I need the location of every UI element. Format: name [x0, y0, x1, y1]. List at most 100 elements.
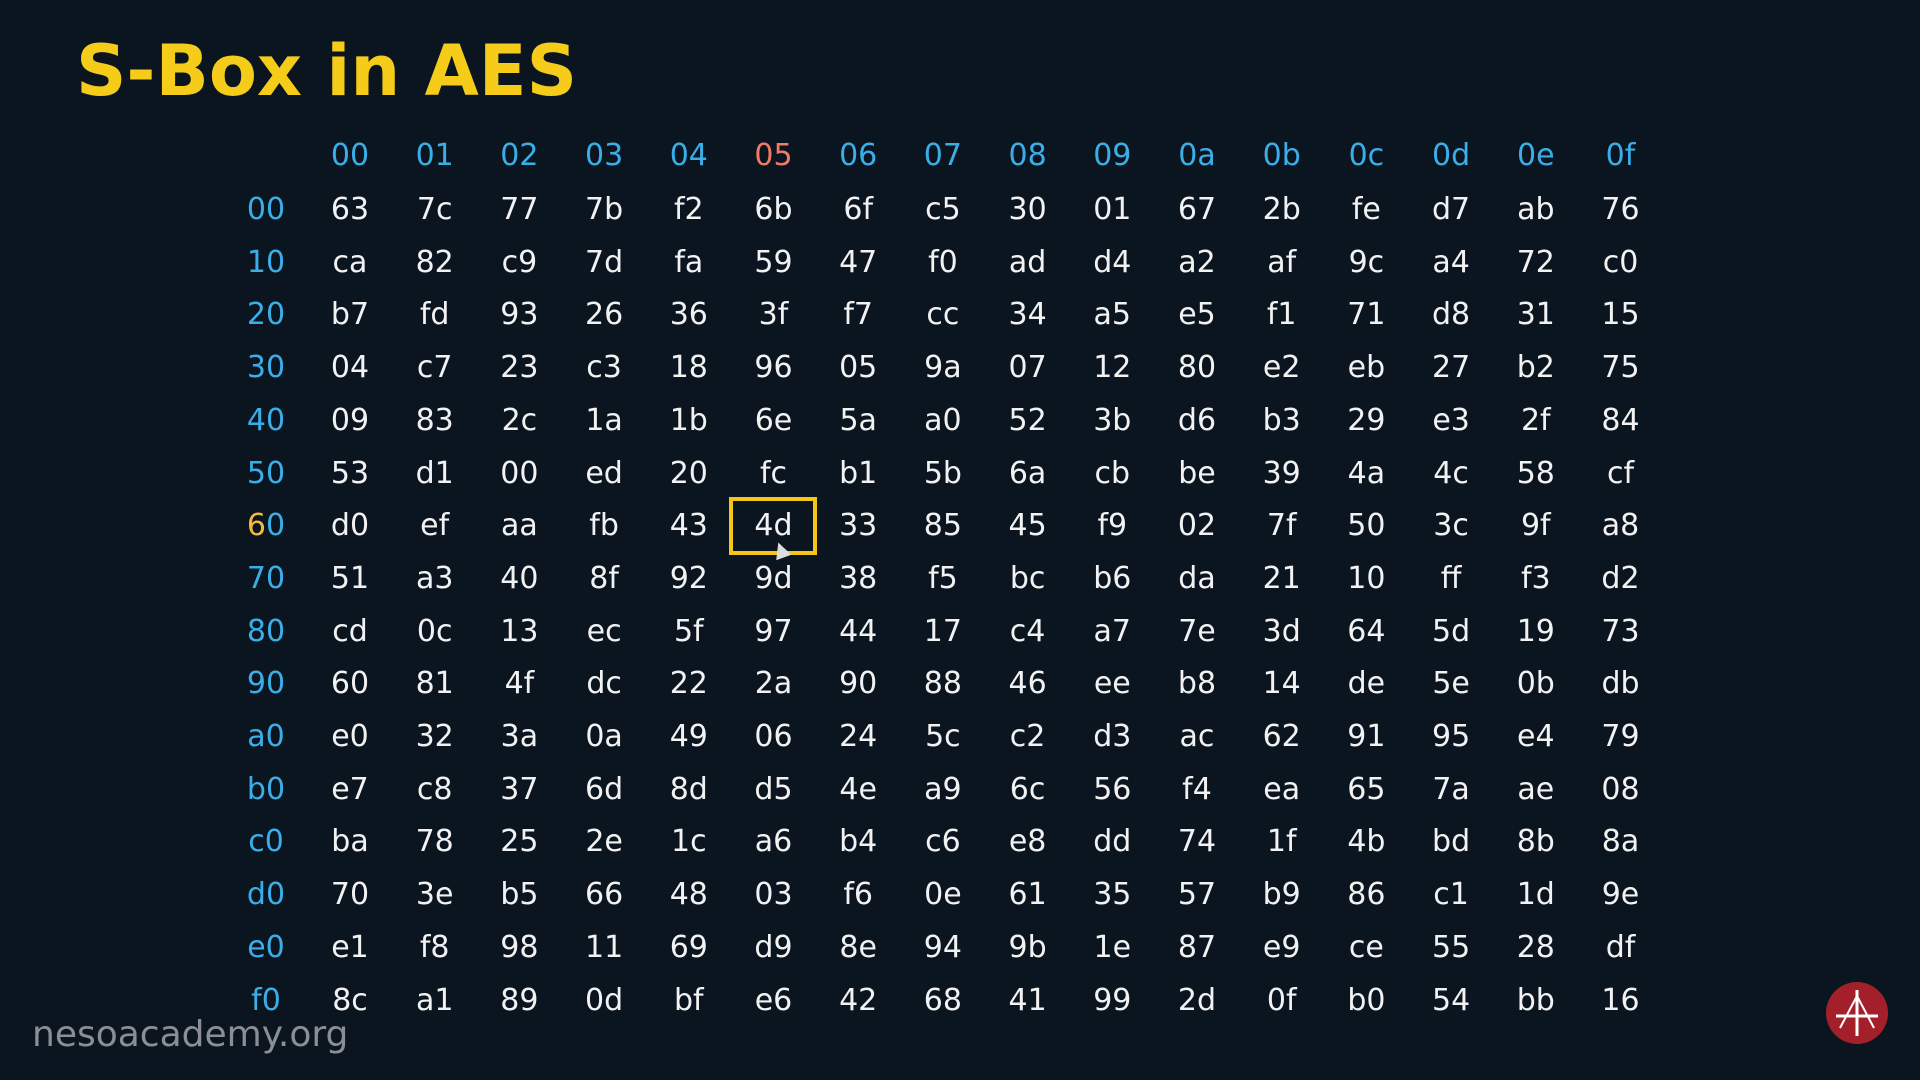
- sbox-cell: b3: [1262, 402, 1301, 438]
- sbox-cell: a6: [754, 824, 793, 860]
- sbox-cell: cb: [1094, 455, 1131, 491]
- sbox-cell: 2a: [754, 666, 793, 702]
- sbox-cell: 5c: [925, 719, 961, 754]
- sbox-cell: f6: [843, 877, 874, 913]
- column-header-0c: 0c: [1348, 138, 1385, 173]
- sbox-cell: 2e: [585, 824, 623, 860]
- sbox-cell: 31: [1516, 297, 1555, 333]
- sbox-cell: 17: [923, 613, 962, 649]
- sbox-cell: c4: [1009, 613, 1046, 649]
- sbox-cell: be: [1178, 455, 1216, 491]
- sbox-cell: 82: [415, 244, 454, 280]
- sbox-cell: 56: [1093, 771, 1132, 807]
- sbox-cell: 30: [1008, 192, 1047, 227]
- sbox-cell: 84: [1601, 402, 1640, 438]
- sbox-cell: d5: [754, 771, 793, 807]
- sbox-cell: 4f: [504, 666, 535, 702]
- sbox-cell: 70: [330, 877, 370, 913]
- sbox-cell: 52: [1008, 402, 1047, 438]
- sbox-cell: 86: [1347, 877, 1386, 913]
- column-header-0e: 0e: [1517, 138, 1555, 173]
- sbox-cell: 85: [923, 508, 962, 544]
- sbox-cell: 7e: [1178, 613, 1216, 649]
- sbox-cell: 7a: [1432, 771, 1470, 807]
- column-header-09: 09: [1093, 138, 1132, 173]
- sbox-cell: 1e: [1093, 929, 1132, 965]
- sbox-cell: 14: [1262, 666, 1301, 702]
- sbox-cell: 54: [1432, 982, 1471, 1018]
- sbox-cell: a2: [1178, 244, 1216, 280]
- sbox-cell: 9a: [924, 350, 962, 386]
- sbox-cell: f3: [1520, 560, 1551, 596]
- sbox-cell: b7: [330, 297, 370, 333]
- row-header-f0: f0: [251, 982, 281, 1018]
- sbox-cell: a9: [924, 771, 962, 807]
- sbox-cell: c0: [1602, 244, 1639, 280]
- sbox-cell: 95: [1432, 719, 1471, 754]
- sbox-cell: eb: [1347, 350, 1386, 386]
- sbox-cell: b9: [1262, 877, 1301, 913]
- column-header-0d: 0d: [1432, 138, 1471, 173]
- row-header-d0: d0: [246, 877, 286, 913]
- sbox-cell: 8c: [332, 982, 368, 1018]
- sbox-cell: 64: [1347, 613, 1386, 649]
- sbox-cell: 0f: [1266, 982, 1297, 1018]
- sbox-cell: 12: [1093, 350, 1132, 386]
- sbox-cell: 05: [839, 350, 878, 386]
- sbox-cell: bf: [673, 982, 704, 1018]
- row-header-90: 90: [246, 666, 286, 702]
- sbox-cell: e9: [1262, 929, 1301, 965]
- sbox-cell: 00: [500, 455, 539, 491]
- sbox-cell: 42: [839, 982, 878, 1018]
- sbox-cell: 06: [754, 719, 793, 754]
- sbox-cell: 08: [1601, 771, 1640, 807]
- sbox-cell: e3: [1432, 402, 1470, 438]
- sbox-cell: c9: [501, 244, 538, 280]
- sbox-cell: 4a: [1347, 455, 1386, 491]
- sbox-cell: 4b: [1347, 824, 1386, 860]
- sbox-cell: 35: [1093, 877, 1132, 913]
- sbox-cell: fa: [674, 244, 704, 280]
- sbox-cell: cd: [332, 613, 368, 649]
- sbox-cell: 3a: [500, 719, 539, 754]
- column-header-02: 02: [500, 138, 539, 173]
- sbox-cell: 87: [1177, 929, 1217, 965]
- sbox-cell: 81: [415, 666, 454, 702]
- sbox-cell: f2: [673, 192, 704, 227]
- sbox-cell: 43: [669, 508, 708, 544]
- sbox-cell: 63: [330, 192, 370, 227]
- sbox-cell: 4c: [1433, 455, 1469, 491]
- sbox-cell: 23: [500, 350, 539, 386]
- row-header-60: 60: [246, 508, 286, 544]
- sbox-cell: b5: [500, 877, 539, 913]
- sbox-cell: cc: [926, 297, 960, 333]
- sbox-cell: e8: [1008, 824, 1047, 860]
- sbox-cell: 0b: [1516, 666, 1555, 702]
- sbox-cell: 01: [1093, 192, 1132, 227]
- sbox-cell: d9: [754, 929, 793, 965]
- sbox-cell: 21: [1262, 560, 1301, 596]
- sbox-cell: 62: [1262, 719, 1301, 754]
- sbox-cell: a1: [415, 982, 454, 1018]
- sbox-cell: 2f: [1520, 402, 1551, 438]
- sbox-cell: 0a: [585, 719, 623, 754]
- sbox-cell: f1: [1266, 297, 1297, 333]
- sbox-cell: a8: [1601, 508, 1640, 544]
- sbox-cell: 91: [1347, 719, 1386, 754]
- sbox-cell: 68: [923, 982, 962, 1018]
- sbox-cell: 41: [1008, 982, 1047, 1018]
- sbox-cell: 9c: [1348, 244, 1385, 280]
- sbox-cell: 61: [1008, 877, 1047, 913]
- sbox-cell: dd: [1093, 824, 1132, 860]
- sbox-cell: 29: [1347, 402, 1386, 438]
- sbox-cell: 26: [585, 297, 624, 333]
- sbox-cell: 9f: [1520, 508, 1551, 544]
- sbox-cell: 28: [1516, 929, 1555, 965]
- sbox-cell: dc: [586, 666, 622, 702]
- sbox-cell: 83: [415, 402, 454, 438]
- sbox-cell: 02: [1177, 508, 1217, 544]
- sbox-cell: 77: [500, 192, 539, 227]
- column-header-04: 04: [669, 138, 708, 173]
- sbox-cell: 80: [1177, 350, 1217, 386]
- sbox-cell: 75: [1601, 350, 1640, 386]
